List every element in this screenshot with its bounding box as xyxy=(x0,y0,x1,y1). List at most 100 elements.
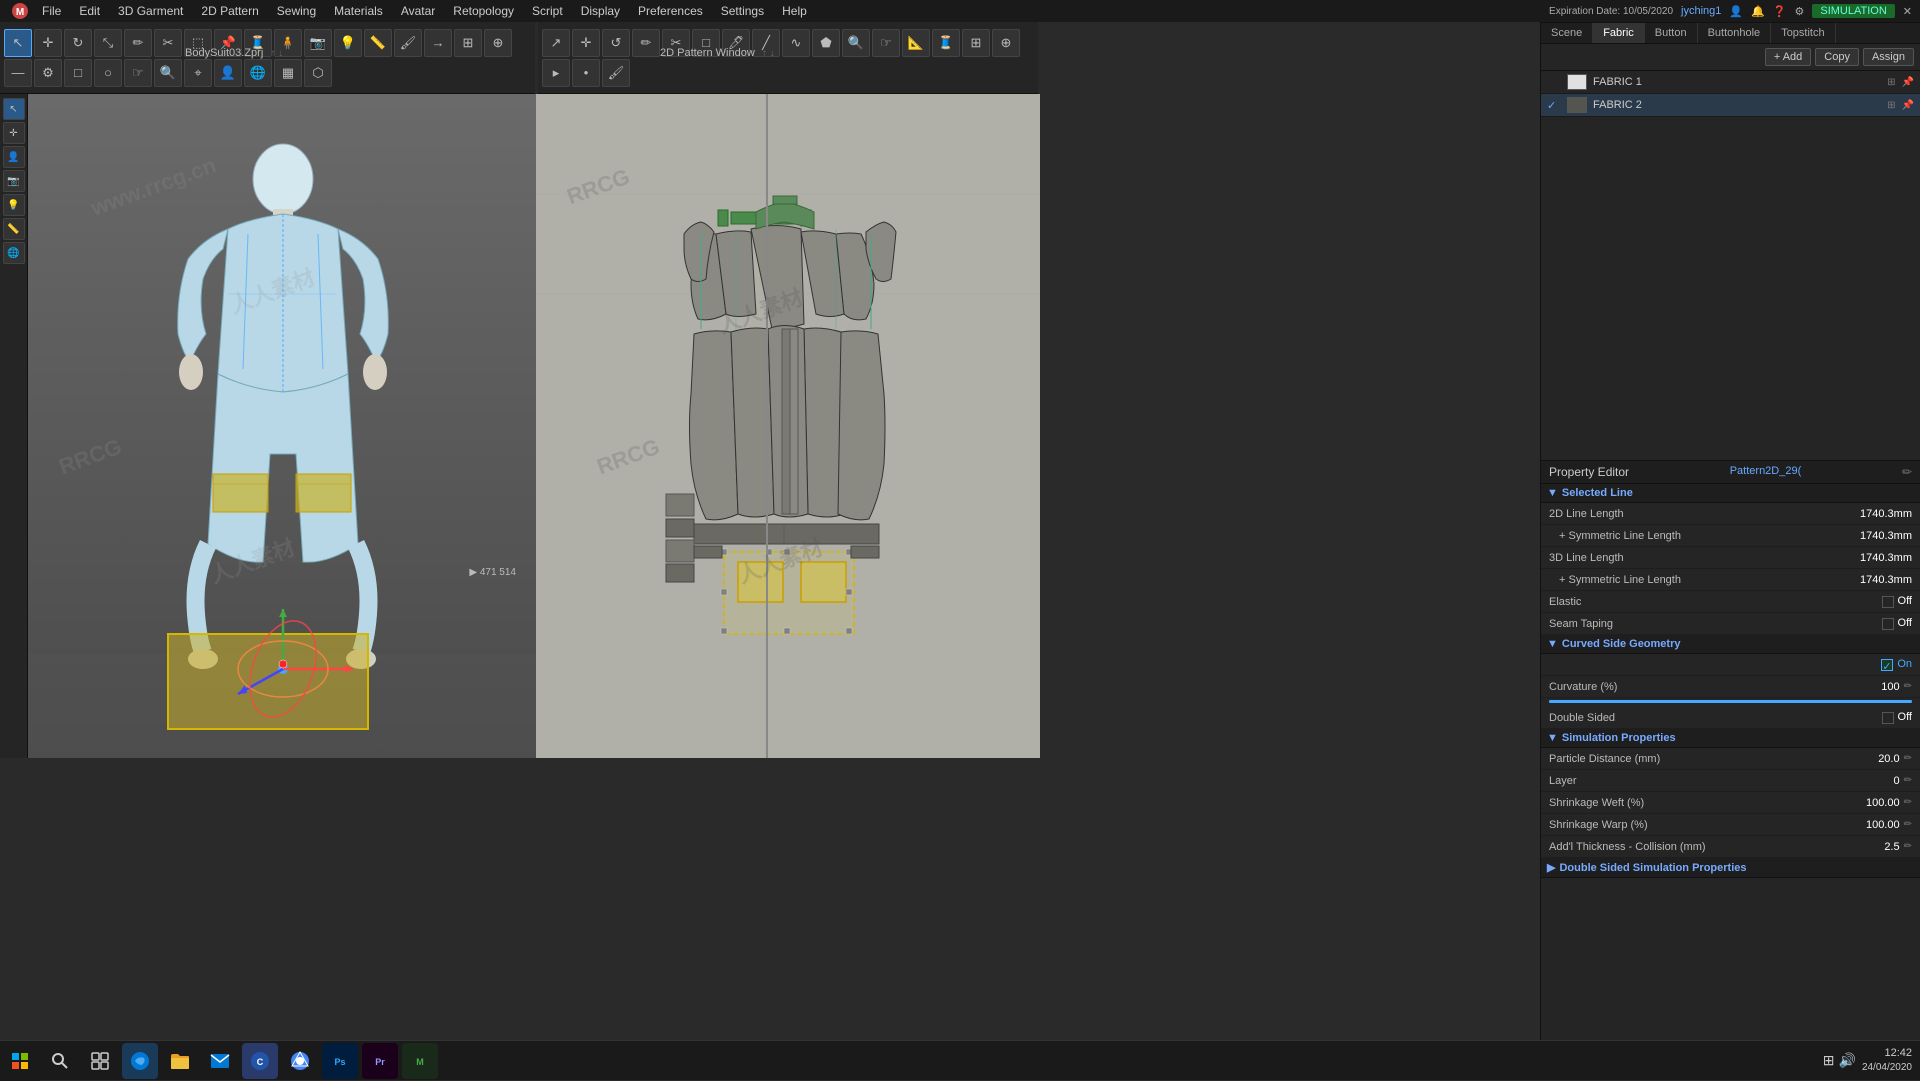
left-btn-select[interactable]: ↖ xyxy=(3,98,25,120)
menu-script[interactable]: Script xyxy=(524,2,571,20)
2d-brush[interactable]: 🖌 xyxy=(602,59,630,87)
person-tool[interactable]: 👤 xyxy=(214,59,242,87)
ellipse-tool[interactable]: ○ xyxy=(94,59,122,87)
wire-tool[interactable]: ⬡ xyxy=(304,59,332,87)
viewport-2d[interactable]: RRCG 人人素材 RRCG 人人素材 xyxy=(536,94,1040,758)
magnet-tool[interactable]: ⊕ xyxy=(484,29,512,57)
particle-edit[interactable]: ✏ xyxy=(1904,753,1912,764)
thickness-edit[interactable]: ✏ xyxy=(1904,841,1912,852)
2d-grid[interactable]: ⊞ xyxy=(962,29,990,57)
close-icon[interactable]: ✕ xyxy=(1903,5,1912,18)
viewport-3d[interactable]: www.rrcg.cn 人人素材 RRCG 人人素材 xyxy=(28,94,536,758)
menu-help[interactable]: Help xyxy=(774,2,815,20)
edit-tool[interactable]: ✏ xyxy=(124,29,152,57)
layer-edit[interactable]: ✏ xyxy=(1904,775,1912,786)
2d-select[interactable]: ↗ xyxy=(542,29,570,57)
menu-display[interactable]: Display xyxy=(573,2,628,20)
2d-dot[interactable]: • xyxy=(572,59,600,87)
simulation-badge[interactable]: SIMULATION xyxy=(1812,4,1894,18)
seam-taping-checkbox[interactable] xyxy=(1882,618,1894,630)
menu-sewing[interactable]: Sewing xyxy=(269,2,324,20)
network-icon[interactable]: ⊞ xyxy=(1823,1052,1835,1069)
elastic-checkbox[interactable] xyxy=(1882,596,1894,608)
taskbar-chrome[interactable] xyxy=(282,1043,318,1079)
2d-edit[interactable]: ✏ xyxy=(632,29,660,57)
section-curved-geometry[interactable]: ▼ Curved Side Geometry xyxy=(1541,635,1920,654)
app-logo[interactable]: M xyxy=(8,0,32,22)
left-btn-measure[interactable]: 📏 xyxy=(3,218,25,240)
volume-icon[interactable]: 🔊 xyxy=(1839,1052,1856,1069)
2d-measure[interactable]: 📐 xyxy=(902,29,930,57)
globe-tool[interactable]: 🌐 xyxy=(244,59,272,87)
box-tool[interactable]: □ xyxy=(64,59,92,87)
menu-settings[interactable]: Settings xyxy=(713,2,772,20)
arrow-tool[interactable]: → xyxy=(424,29,452,57)
left-btn-person[interactable]: 👤 xyxy=(3,146,25,168)
texture-tool[interactable]: ▦ xyxy=(274,59,302,87)
taskbar-search[interactable] xyxy=(42,1043,78,1079)
taskbar-edge[interactable] xyxy=(122,1043,158,1079)
assign-fabric-button[interactable]: Assign xyxy=(1863,48,1914,66)
minus-tool[interactable]: — xyxy=(4,59,32,87)
taskbar-folder[interactable] xyxy=(162,1043,198,1079)
fabric-item-2[interactable]: ✓ FABRIC 2 ⊞ 📌 xyxy=(1541,94,1920,117)
taskbar-premier[interactable]: Pr xyxy=(362,1043,398,1079)
menu-preferences[interactable]: Preferences xyxy=(630,2,711,20)
menu-file[interactable]: File xyxy=(34,2,69,20)
select-tool[interactable]: ↖ xyxy=(4,29,32,57)
shrinkage-warp-edit[interactable]: ✏ xyxy=(1904,819,1912,830)
menu-materials[interactable]: Materials xyxy=(326,2,391,20)
fabric-2-pin[interactable]: 📌 xyxy=(1902,100,1914,111)
2d-marker[interactable]: ▸ xyxy=(542,59,570,87)
left-btn-move[interactable]: ✛ xyxy=(3,122,25,144)
rotate-tool[interactable]: ↻ xyxy=(64,29,92,57)
menu-avatar[interactable]: Avatar xyxy=(393,2,443,20)
tab-fabric[interactable]: Fabric xyxy=(1593,23,1645,43)
scale-tool[interactable]: ⤡ xyxy=(94,29,122,57)
fabric-item-1[interactable]: FABRIC 1 ⊞ 📌 xyxy=(1541,71,1920,94)
menu-3dgarment[interactable]: 3D Garment xyxy=(110,2,191,20)
brush-tool[interactable]: 🖌 xyxy=(394,29,422,57)
tab-button[interactable]: Button xyxy=(1645,23,1698,43)
left-btn-light[interactable]: 💡 xyxy=(3,194,25,216)
add-fabric-button[interactable]: + Add xyxy=(1765,48,1811,66)
help-icon[interactable]: ❓ xyxy=(1773,5,1787,18)
light-tool[interactable]: 💡 xyxy=(334,29,362,57)
tab-buttonhole[interactable]: Buttonhole xyxy=(1698,23,1772,43)
2d-pan[interactable]: ☞ xyxy=(872,29,900,57)
notification-icon[interactable]: 🔔 xyxy=(1751,5,1765,18)
curvature-slider[interactable] xyxy=(1549,700,1912,703)
taskbar-taskview[interactable] xyxy=(82,1043,118,1079)
menu-2dpattern[interactable]: 2D Pattern xyxy=(193,2,266,20)
fabric-1-pin[interactable]: 📌 xyxy=(1902,77,1914,88)
2d-sew[interactable]: 🧵 xyxy=(932,29,960,57)
edit-icon[interactable]: ✏ xyxy=(1902,465,1912,479)
section-sim-properties[interactable]: ▼ Simulation Properties xyxy=(1541,729,1920,748)
search-3d-tool[interactable]: 🔍 xyxy=(154,59,182,87)
menu-edit[interactable]: Edit xyxy=(71,2,108,20)
double-sided-checkbox[interactable] xyxy=(1882,712,1894,724)
taskbar-mail[interactable] xyxy=(202,1043,238,1079)
section-double-sided-sim[interactable]: ▶ Double Sided Simulation Properties xyxy=(1541,858,1920,878)
camera-tool[interactable]: 📷 xyxy=(304,29,332,57)
settings-icon[interactable]: ⚙ xyxy=(1794,5,1804,18)
tab-scene[interactable]: Scene xyxy=(1541,23,1593,43)
2d-snap[interactable]: ⊕ xyxy=(992,29,1020,57)
2d-curve[interactable]: ∿ xyxy=(782,29,810,57)
copy-fabric-button[interactable]: Copy xyxy=(1815,48,1859,66)
hand-tool[interactable]: ☞ xyxy=(124,59,152,87)
cursor-tool[interactable]: ⌖ xyxy=(184,59,212,87)
2d-move[interactable]: ✛ xyxy=(572,29,600,57)
taskbar-clo3d[interactable]: C xyxy=(242,1043,278,1079)
2d-rotate[interactable]: ↺ xyxy=(602,29,630,57)
taskbar-photoshop[interactable]: Ps xyxy=(322,1043,358,1079)
tab-topstitch[interactable]: Topstitch xyxy=(1771,23,1835,43)
grid-tool[interactable]: ⊞ xyxy=(454,29,482,57)
gear-tool[interactable]: ⚙ xyxy=(34,59,62,87)
2d-zoom[interactable]: 🔍 xyxy=(842,29,870,57)
curved-enable-checkbox[interactable]: ✓ xyxy=(1881,659,1893,671)
start-button[interactable] xyxy=(0,1041,40,1081)
left-btn-camera[interactable]: 📷 xyxy=(3,170,25,192)
section-selected-line[interactable]: ▼ Selected Line xyxy=(1541,484,1920,503)
curvature-edit[interactable]: ✏ xyxy=(1904,681,1912,692)
